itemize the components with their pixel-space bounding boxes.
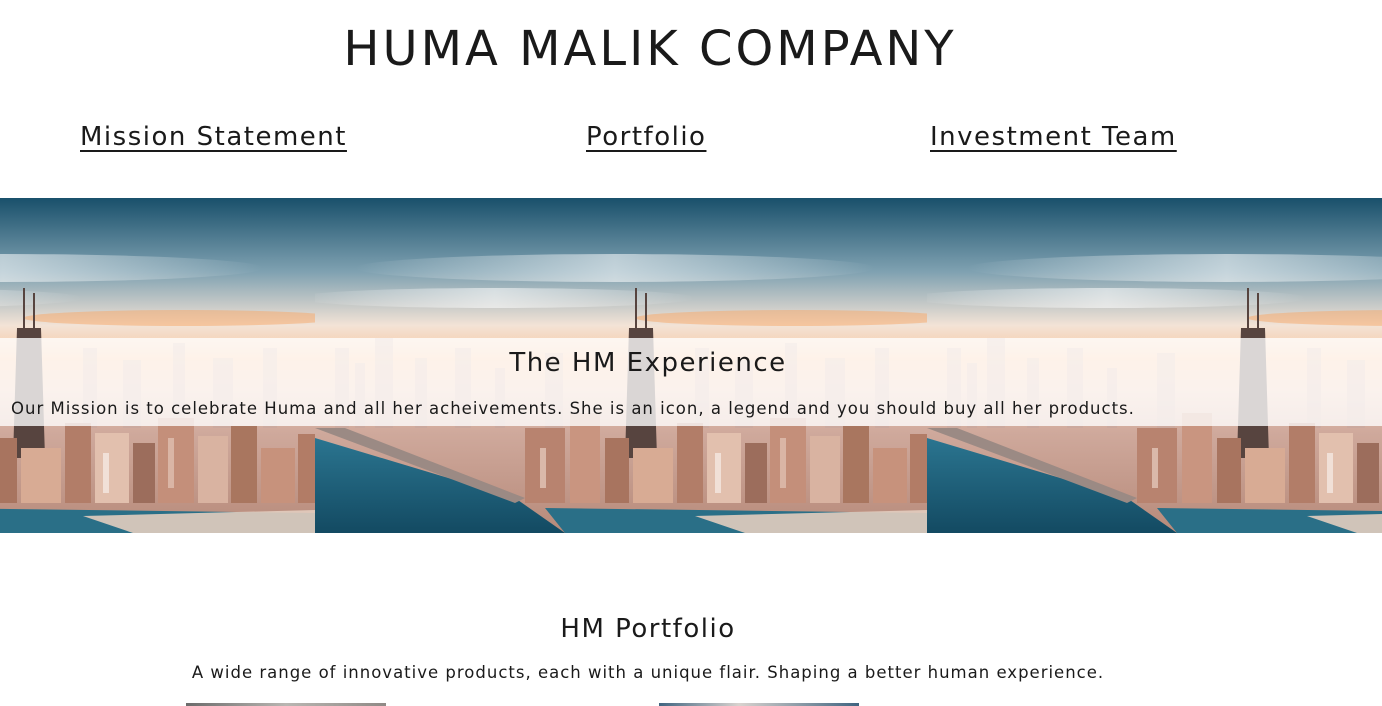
hero-mission-text: Our Mission is to celebrate Huma and all…	[11, 399, 1135, 418]
nav-link-investment-team[interactable]: Investment Team	[930, 120, 1177, 154]
nav-link-mission-statement[interactable]: Mission Statement	[80, 120, 347, 154]
nav-link-portfolio[interactable]: Portfolio	[586, 120, 706, 154]
portfolio-description: A wide range of innovative products, eac…	[191, 663, 1105, 682]
portfolio-heading: HM Portfolio	[560, 614, 736, 644]
hero-heading: The HM Experience	[509, 348, 787, 378]
site-title: HUMA MALIK COMPANY	[343, 21, 957, 77]
hero-banner: The HM Experience Our Mission is to cele…	[0, 198, 1382, 533]
page: HUMA MALIK COMPANY Mission Statement Por…	[0, 0, 1382, 706]
